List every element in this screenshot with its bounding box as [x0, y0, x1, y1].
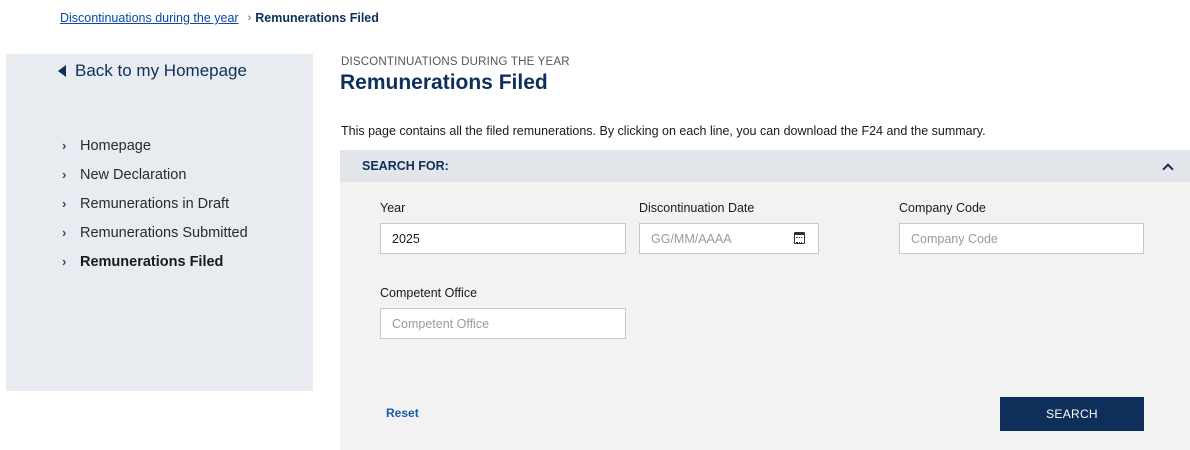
chevron-right-icon: › [62, 225, 67, 240]
chevron-right-icon: › [62, 196, 67, 211]
breadcrumb-link-discontinuations[interactable]: Discontinuations during the year [60, 11, 239, 25]
year-input[interactable] [380, 223, 626, 254]
sidebar-item-homepage[interactable]: › Homepage [62, 131, 248, 160]
triangle-left-icon [58, 65, 66, 77]
sidebar-item-label: Remunerations Submitted [80, 224, 248, 241]
chevron-up-icon[interactable] [1162, 162, 1174, 175]
search-panel-header[interactable]: SEARCH FOR: [340, 150, 1190, 182]
sidebar-item-remunerations-submitted[interactable]: › Remunerations Submitted [62, 218, 248, 247]
sidebar-item-new-declaration[interactable]: › New Declaration [62, 160, 248, 189]
year-label: Year [380, 201, 406, 215]
sidebar-item-label: New Declaration [80, 166, 187, 183]
sidebar-item-label: Remunerations Filed [80, 253, 224, 270]
breadcrumb-current: Remunerations Filed [255, 11, 379, 25]
company-code-label: Company Code [899, 201, 986, 215]
back-link-label: Back to my Homepage [75, 61, 247, 80]
search-panel-title: SEARCH FOR: [362, 159, 449, 173]
year-field-group: Year [380, 201, 626, 254]
reset-button[interactable]: Reset [386, 406, 419, 420]
sidebar-item-label: Homepage [80, 137, 151, 154]
office-field-group: Competent Office [380, 286, 626, 339]
competent-office-label: Competent Office [380, 286, 478, 300]
search-button[interactable]: SEARCH [1000, 397, 1144, 431]
breadcrumb: Discontinuations during the year › Remun… [60, 11, 379, 25]
date-label: Discontinuation Date [639, 201, 755, 215]
company-field-group: Company Code [899, 201, 1144, 254]
sidebar-item-remunerations-draft[interactable]: › Remunerations in Draft [62, 189, 248, 218]
company-code-input[interactable] [899, 223, 1144, 254]
page-title: Remunerations Filed [340, 71, 548, 94]
date-picker [639, 223, 819, 254]
date-field-group: Discontinuation Date [639, 201, 819, 254]
chevron-right-icon: › [62, 254, 67, 269]
sidebar-item-label: Remunerations in Draft [80, 195, 230, 212]
chevron-right-icon: › [62, 138, 67, 153]
discontinuation-date-input[interactable] [639, 223, 819, 254]
back-to-homepage-link[interactable]: Back to my Homepage [58, 61, 247, 81]
page-overline: DISCONTINUATIONS DURING THE YEAR [341, 56, 570, 68]
sidebar-nav: › Homepage › New Declaration › Remunerat… [62, 131, 248, 276]
page-description: This page contains all the filed remuner… [341, 124, 986, 138]
chevron-right-icon: › [62, 167, 67, 182]
page: Discontinuations during the year › Remun… [0, 0, 1190, 450]
sidebar-item-remunerations-filed[interactable]: › Remunerations Filed [62, 247, 248, 276]
calendar-icon[interactable] [794, 232, 805, 244]
competent-office-input[interactable] [380, 308, 626, 339]
search-panel: SEARCH FOR: Year Discontinuation Date Co… [340, 150, 1190, 450]
chevron-right-icon: › [247, 12, 252, 24]
